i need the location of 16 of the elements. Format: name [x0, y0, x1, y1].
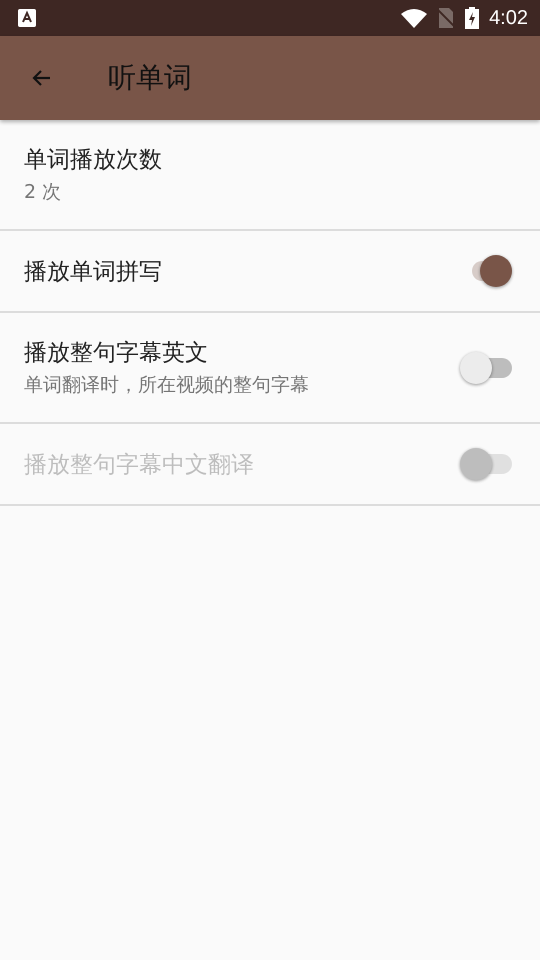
- setting-title: 播放整句字幕中文翻译: [24, 450, 255, 480]
- settings-row[interactable]: 播放单词拼写: [0, 231, 540, 313]
- screen-title: 听单词: [108, 60, 192, 96]
- settings-row[interactable]: 播放整句字幕英文 单词翻译时，所在视频的整句字幕: [0, 313, 540, 424]
- setting-title: 播放整句字幕英文: [24, 339, 209, 368]
- no-sim-icon: [437, 8, 456, 28]
- app-notification-icon: [18, 9, 36, 27]
- setting-title: 单词播放次数: [24, 146, 163, 175]
- setting-title: 播放单词拼写: [24, 258, 163, 286]
- wifi-icon: [401, 8, 428, 28]
- setting-summary: 单词翻译时，所在视频的整句字幕: [24, 373, 310, 398]
- settings-row[interactable]: 单词播放次数 2 次: [0, 120, 540, 231]
- battery-charging-icon: [465, 7, 480, 29]
- toggle-switch[interactable]: [460, 350, 512, 386]
- status-time: 4:02: [489, 6, 528, 30]
- setting-summary: 2 次: [24, 180, 62, 205]
